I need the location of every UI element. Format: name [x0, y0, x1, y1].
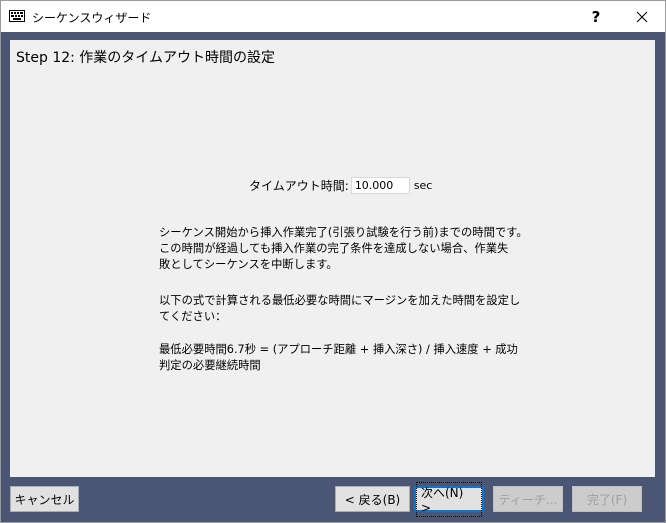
description-line: 敗としてシーケンスを中断します。: [159, 258, 338, 271]
next-button[interactable]: 次へ(N) >: [414, 481, 484, 517]
description-paragraph-1: シーケンス開始から挿入作業完了(引張り試験を行う前)までの時間です。 この時間が…: [159, 225, 528, 273]
close-button[interactable]: [619, 1, 665, 32]
back-button[interactable]: < 戻る(B): [335, 486, 410, 512]
description-paragraph-3: 最低必要時間6.7秒 = (アプローチ距離 + 挿入深さ) / 挿入速度 + 成…: [159, 342, 518, 374]
content-panel: Step 12: 作業のタイムアウト時間の設定 タイムアウト時間: sec シー…: [10, 40, 655, 477]
description-paragraph-2: 以下の式で計算される最低必要な時間にマージンを加えた時間を設定し てください：: [159, 293, 521, 325]
close-icon: [636, 11, 648, 22]
timeout-row: タイムアウト時間: sec: [249, 174, 432, 196]
keyboard-icon: [9, 10, 25, 22]
cancel-button[interactable]: キャンセル: [10, 486, 79, 512]
help-button[interactable]: ?: [573, 1, 619, 32]
description-line: てください：: [159, 310, 227, 323]
description-line: 最低必要時間6.7秒 = (アプローチ距離 + 挿入深さ) / 挿入速度 + 成…: [159, 343, 518, 356]
step-title: Step 12: 作業のタイムアウト時間の設定: [16, 50, 276, 66]
wizard-window: シーケンスウィザード ? Step 12: 作業のタイムアウト時間の設定 タイム…: [0, 0, 666, 523]
dialog-frame: Step 12: 作業のタイムアウト時間の設定 タイムアウト時間: sec シー…: [1, 32, 665, 522]
description-line: 判定の必要継続時間: [159, 359, 261, 372]
description-line: この時間が経過しても挿入作業の完了条件を達成しない場合、作業失: [159, 242, 509, 255]
timeout-input[interactable]: [350, 176, 410, 194]
description-line: シーケンス開始から挿入作業完了(引張り試験を行う前)までの時間です。: [159, 226, 528, 239]
description-line: 以下の式で計算される最低必要な時間にマージンを加えた時間を設定し: [159, 294, 521, 307]
title-bar[interactable]: シーケンスウィザード ?: [1, 1, 665, 32]
window-title: シーケンスウィザード: [32, 11, 152, 25]
next-button-label: 次へ(N) >: [416, 481, 482, 517]
teach-button[interactable]: ティーチ...: [493, 486, 563, 512]
finish-button[interactable]: 完了(F): [572, 486, 642, 512]
timeout-unit-label: sec: [413, 178, 433, 192]
timeout-label: タイムアウト時間:: [249, 178, 349, 193]
